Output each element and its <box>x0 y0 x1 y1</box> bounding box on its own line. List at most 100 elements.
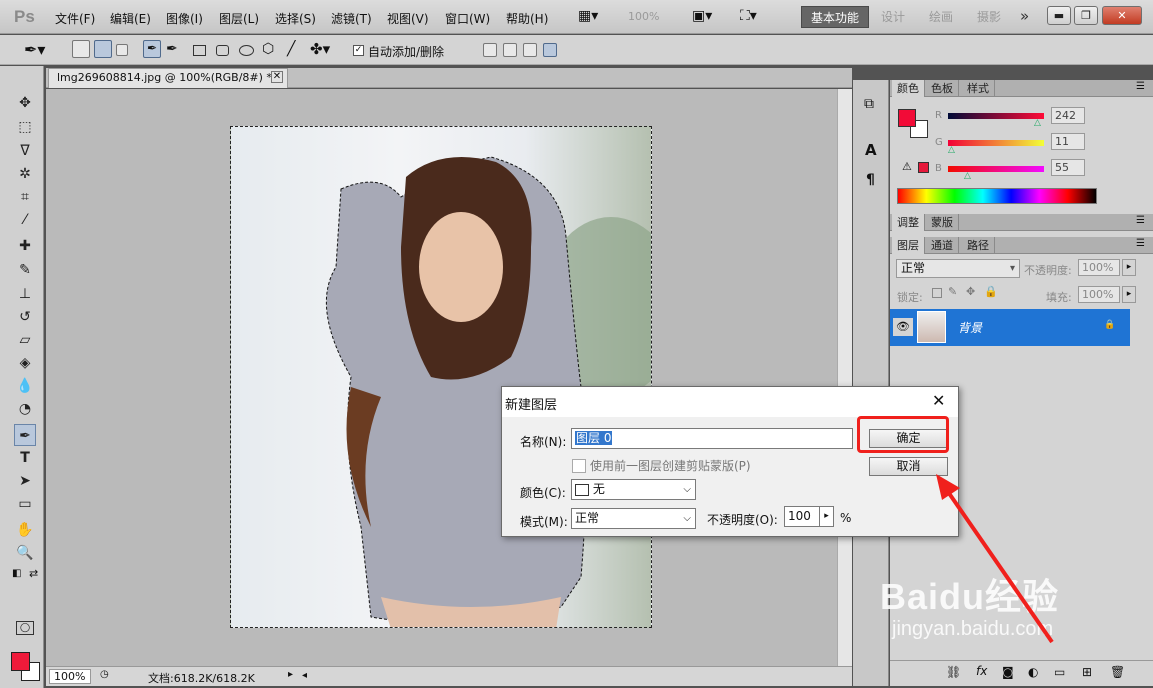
mode-select[interactable]: 正常 ⌵ <box>571 508 696 529</box>
channel-r-slider[interactable] <box>948 113 1044 119</box>
spot-healing-icon[interactable]: ✚ <box>14 235 36 257</box>
tab-layers[interactable]: 图层 <box>892 237 925 254</box>
ellipse-icon[interactable] <box>239 45 254 56</box>
workspace-photography[interactable]: 摄影 <box>968 6 1010 28</box>
polygon-icon[interactable]: ⬡ <box>262 41 274 57</box>
pen-icon[interactable]: ✒ <box>143 40 161 58</box>
opacity-field[interactable]: 100 <box>784 506 820 527</box>
screen-mode-icon[interactable]: ▦▾ <box>578 8 598 24</box>
layer-opacity-arrow-icon[interactable]: ▸ <box>1122 259 1136 276</box>
layer-opacity-value[interactable]: 100% <box>1078 259 1120 276</box>
foreground-color-swatch[interactable] <box>11 652 30 671</box>
crop-tool-icon[interactable]: ⌗ <box>14 186 36 208</box>
color-fg-swatch[interactable] <box>898 109 916 127</box>
paragraph-panel-icon[interactable]: ¶ <box>866 172 875 188</box>
lock-position-icon[interactable]: ✥ <box>966 285 975 298</box>
menu-file[interactable]: 文件(F) <box>55 10 95 27</box>
layer-style-icon[interactable]: fx <box>976 664 987 678</box>
more-workspaces-icon[interactable]: » <box>1020 7 1029 25</box>
menu-filter[interactable]: 滤镜(T) <box>331 10 372 27</box>
lock-all-icon[interactable]: 🔒 <box>984 285 998 298</box>
channel-b-handle[interactable]: △ <box>964 171 971 181</box>
minimize-button[interactable]: ▬ <box>1047 6 1071 25</box>
move-tool-icon[interactable]: ✥ <box>14 92 36 114</box>
history-panel-icon[interactable]: ⧉ <box>864 96 874 112</box>
document-image[interactable] <box>230 126 652 628</box>
tab-channels[interactable]: 通道 <box>926 237 959 254</box>
visibility-eye-icon[interactable]: 👁 <box>893 318 913 336</box>
arrange-documents-icon[interactable]: ▣▾ <box>692 8 712 24</box>
fill-arrow-icon[interactable]: ▸ <box>1122 286 1136 303</box>
blur-tool-icon[interactable]: 💧 <box>14 375 36 397</box>
fill-value[interactable]: 100% <box>1078 286 1120 303</box>
menu-layer[interactable]: 图层(L) <box>219 10 259 27</box>
lasso-tool-icon[interactable]: ᐁ <box>14 140 36 162</box>
color-select[interactable]: 无 ⌵ <box>571 479 696 500</box>
intersect-paths-icon[interactable] <box>523 43 537 57</box>
hand-tool-icon[interactable]: ✋ <box>14 519 36 541</box>
tab-swatches[interactable]: 色板 <box>926 80 959 97</box>
tab-color[interactable]: 颜色 <box>892 80 925 97</box>
default-colors-icon[interactable]: ◧ <box>12 568 21 579</box>
link-layers-icon[interactable]: ⛓ <box>946 665 961 679</box>
magic-wand-icon[interactable]: ✲ <box>14 163 36 185</box>
channel-g-value[interactable]: 11 <box>1051 133 1085 150</box>
combine-paths-icon[interactable] <box>483 43 497 57</box>
gamut-warning-icon[interactable]: ⚠ <box>902 160 912 173</box>
maximize-button[interactable]: ❐ <box>1074 6 1098 25</box>
auto-add-delete-checkbox[interactable]: ✓ <box>353 43 364 57</box>
menu-image[interactable]: 图像(I) <box>166 10 203 27</box>
zoom-level[interactable]: 100% <box>49 669 91 684</box>
document-tab[interactable]: lmg269608814.jpg @ 100%(RGB/8#) * ✕ <box>48 68 288 88</box>
status-menu-arrow-icon[interactable]: ▸ <box>288 669 293 680</box>
workspace-painting[interactable]: 绘画 <box>920 6 962 28</box>
channel-g-handle[interactable]: △ <box>948 145 955 155</box>
history-brush-icon[interactable]: ↺ <box>14 306 36 328</box>
subtract-paths-icon[interactable] <box>503 43 517 57</box>
workspace-essentials[interactable]: 基本功能 <box>801 6 870 28</box>
screen-fit-icon[interactable]: ⛶▾ <box>740 8 757 24</box>
type-tool-icon[interactable]: T <box>14 447 36 469</box>
panel-menu-icon[interactable]: ☰ <box>1136 81 1145 92</box>
menu-help[interactable]: 帮助(H) <box>506 10 548 27</box>
vertical-scrollbar[interactable] <box>837 89 852 666</box>
freeform-pen-icon[interactable]: ✒ <box>166 41 178 57</box>
adjustment-layer-icon[interactable]: ◐ <box>1028 665 1038 679</box>
lock-transparent-icon[interactable] <box>932 288 942 298</box>
gamut-swatch[interactable] <box>918 162 929 173</box>
tab-adjustments[interactable]: 调整 <box>892 214 925 231</box>
close-tab-icon[interactable]: ✕ <box>271 71 283 83</box>
channel-r-value[interactable]: 242 <box>1051 107 1085 124</box>
custom-shape-icon[interactable]: ✤▾ <box>310 40 330 58</box>
menu-view[interactable]: 视图(V) <box>387 10 429 27</box>
paint-bucket-icon[interactable]: ◈ <box>14 352 36 374</box>
rectangle-shape-icon[interactable] <box>193 45 206 56</box>
fill-pixels-icon[interactable] <box>116 44 128 56</box>
zoom-tool-icon[interactable]: 🔍 <box>14 542 36 564</box>
blend-mode-select[interactable]: 正常 ▾ <box>896 259 1020 278</box>
rounded-rectangle-icon[interactable] <box>216 45 229 56</box>
brush-tool-icon[interactable]: ✎ <box>14 259 36 281</box>
channel-b-slider[interactable] <box>948 166 1044 172</box>
eyedropper-icon[interactable]: ⁄ <box>14 209 36 231</box>
channel-g-slider[interactable] <box>948 140 1044 146</box>
rectangle-tool-icon[interactable]: ▭ <box>14 493 36 515</box>
swap-colors-icon[interactable]: ⇄ <box>29 567 38 580</box>
pen-tool-icon[interactable]: ✒ <box>14 424 36 446</box>
channel-b-value[interactable]: 55 <box>1051 159 1085 176</box>
pen-tool-preset-icon[interactable]: ✒▾ <box>24 40 45 59</box>
lock-pixels-icon[interactable]: ✎ <box>948 285 957 298</box>
tab-masks[interactable]: 蒙版 <box>926 214 959 231</box>
color-spectrum-ramp[interactable] <box>897 188 1097 204</box>
channel-r-handle[interactable]: △ <box>1034 118 1041 128</box>
delete-layer-icon[interactable]: 🗑 <box>1110 665 1125 679</box>
marquee-tool-icon[interactable]: ⬚ <box>14 116 36 138</box>
paths-icon[interactable] <box>94 40 112 58</box>
menu-select[interactable]: 选择(S) <box>275 10 316 27</box>
workspace-design[interactable]: 设计 <box>872 6 914 28</box>
close-button[interactable]: ✕ <box>1102 6 1142 25</box>
new-group-icon[interactable]: ▭ <box>1054 665 1065 679</box>
dodge-tool-icon[interactable]: ◔ <box>14 398 36 420</box>
exclude-paths-icon[interactable] <box>543 43 557 57</box>
add-mask-icon[interactable]: ◙ <box>1002 665 1014 679</box>
